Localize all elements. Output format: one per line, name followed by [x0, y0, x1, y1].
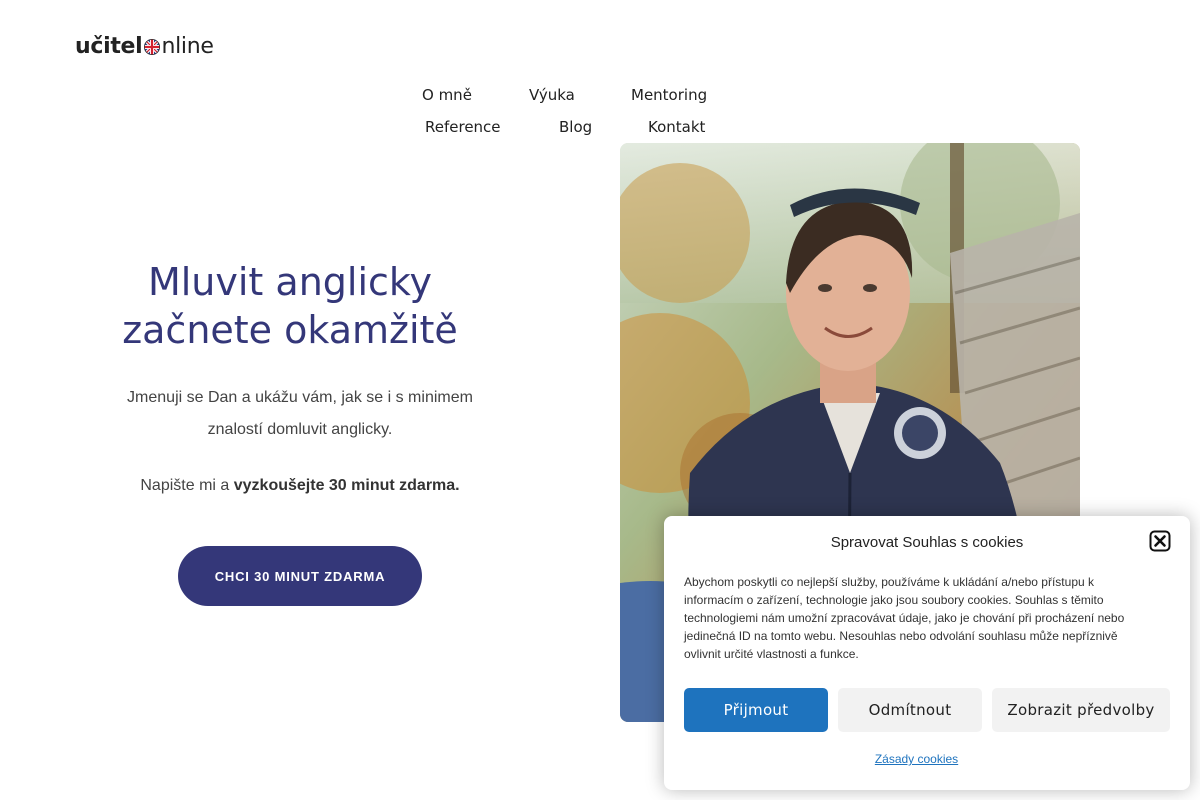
close-icon[interactable] — [1149, 530, 1171, 552]
nav-item-mentoring[interactable]: Mentoring — [631, 86, 707, 104]
hero-title-line1: Mluvit anglicky — [147, 260, 433, 304]
nav-item-reference[interactable]: Reference — [425, 118, 501, 136]
accept-cookies-button[interactable]: Přijmout — [684, 688, 828, 732]
cookie-consent-dialog: Spravovat Souhlas s cookies Abychom posk… — [664, 516, 1190, 790]
free-trial-button[interactable]: CHCI 30 MINUT ZDARMA — [178, 546, 422, 606]
hero-cta-text-bold: vyzkoušejte 30 minut zdarma. — [233, 477, 460, 494]
cookie-dialog-title: Spravovat Souhlas s cookies — [830, 534, 1024, 551]
logo-text-part2: nline — [161, 33, 214, 59]
hero-cta-text-plain: Napište mi a — [140, 477, 234, 494]
logo-text-part1: učitel — [75, 33, 143, 59]
deny-cookies-button[interactable]: Odmítnout — [838, 688, 982, 732]
cookie-dialog-text: Abychom poskytli co nejlepší služby, pou… — [684, 575, 1125, 661]
hero-title-line2: začnete okamžitě — [122, 308, 458, 352]
site-logo[interactable]: učitel nline — [75, 30, 214, 62]
hero-cta-text: Napište mi a vyzkoušejte 30 minut zdarma… — [100, 474, 500, 498]
hero-title: Mluvit anglicky začnete okamžitě — [80, 258, 500, 354]
hero-intro-text: Jmenuji se Dan a ukážu vám, jak se i s m… — [127, 389, 473, 438]
uk-flag-icon — [144, 39, 161, 55]
nav-item-blog[interactable]: Blog — [559, 118, 592, 136]
cookie-policy-link[interactable]: Zásady cookies — [664, 752, 1169, 766]
view-preferences-button[interactable]: Zobrazit předvolby — [992, 688, 1170, 732]
nav-item-o-mne[interactable]: O mně — [422, 86, 472, 104]
nav-item-kontakt[interactable]: Kontakt — [648, 118, 705, 136]
nav-item-vyuka[interactable]: Výuka — [529, 86, 575, 104]
